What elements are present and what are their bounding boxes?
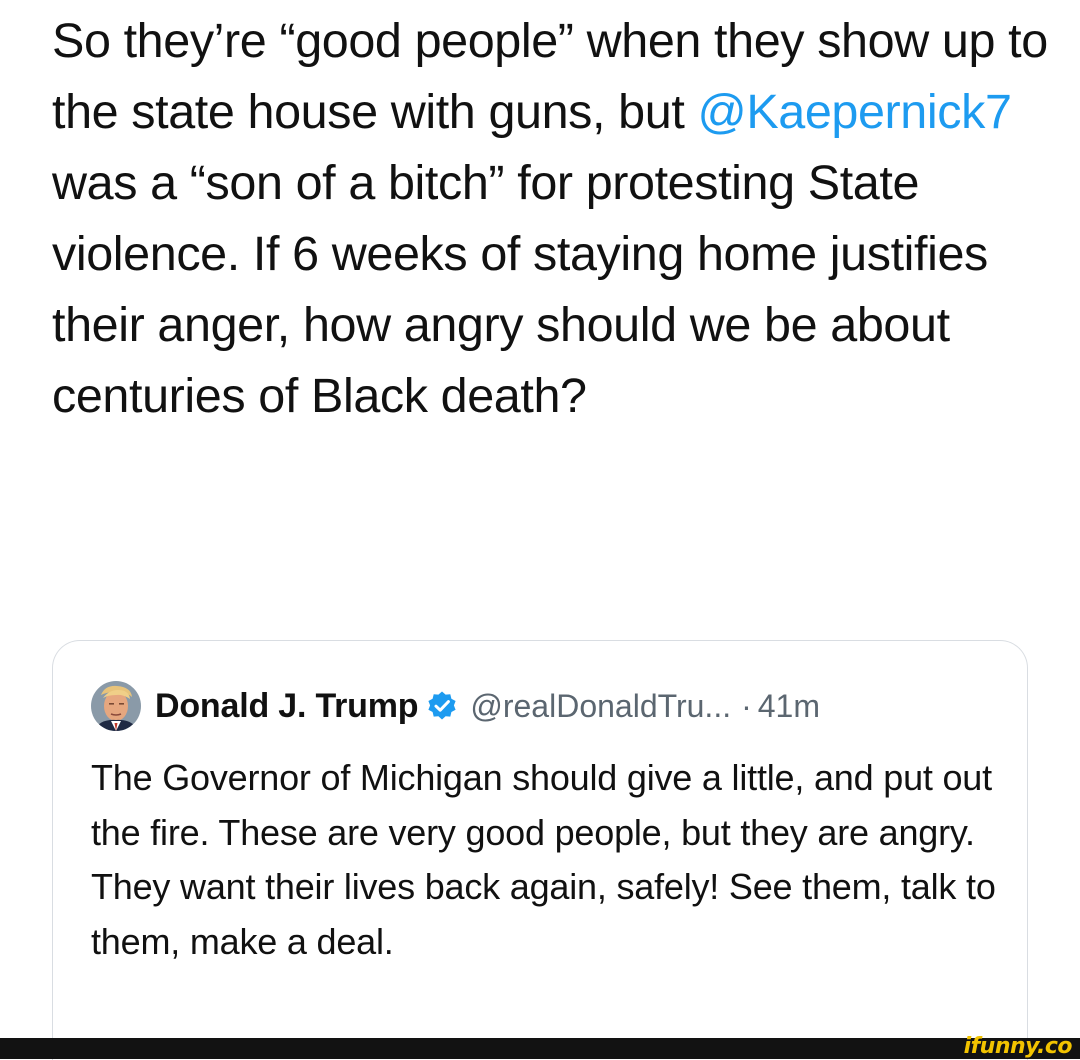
author-handle[interactable]: @realDonaldTru... (470, 688, 731, 725)
verified-badge-icon (428, 691, 456, 720)
footer-bar: ifunny.co (0, 1034, 1080, 1059)
watermark-logo: ifunny.co (963, 1034, 1073, 1059)
quoted-tweet-card[interactable]: Donald J. Trump @realDonaldTru... · 41m … (52, 640, 1028, 1060)
separator-dot: · (741, 687, 752, 724)
profile-photo-icon (91, 681, 141, 731)
avatar[interactable] (91, 681, 141, 731)
quoted-tweet-header: Donald J. Trump @realDonaldTru... · 41m (91, 681, 820, 731)
author-name[interactable]: Donald J. Trump (155, 687, 419, 726)
quoted-tweet-text: The Governor of Michigan should give a l… (91, 757, 996, 962)
timestamp[interactable]: 41m (758, 688, 820, 725)
mention-link[interactable]: @Kaepernick7 (697, 85, 1011, 139)
tweet-text: So they’re “good people” when they show … (52, 6, 1052, 432)
tweet-text-part: was a “son of a bitch” for protesting St… (52, 156, 988, 423)
